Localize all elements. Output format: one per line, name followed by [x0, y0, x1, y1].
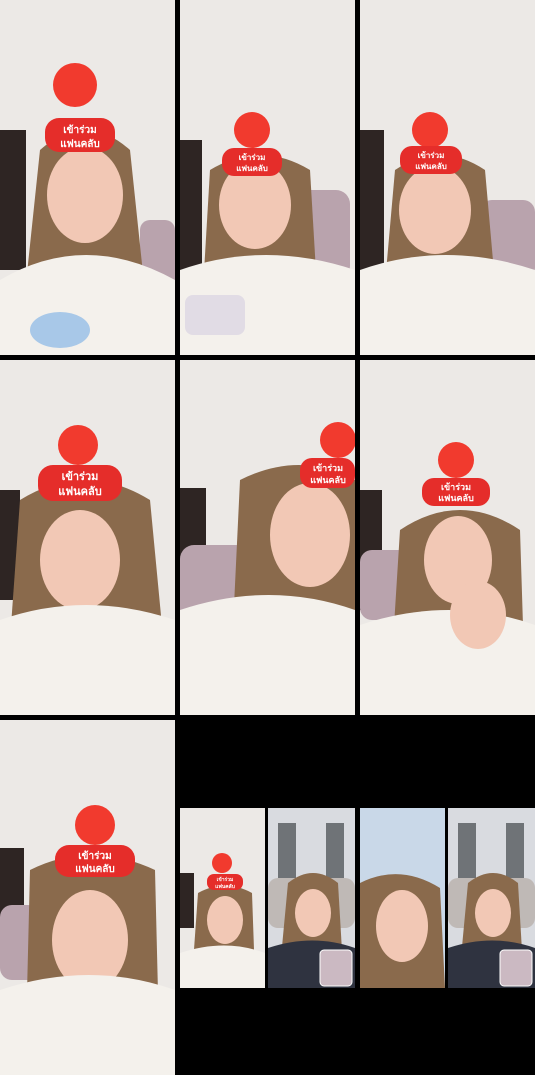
badge-line2: แฟนคลับ	[60, 138, 100, 150]
badge-line1: เข้าร่วม	[217, 876, 234, 883]
photo-tile-7: เข้าร่วม แฟนคลับ	[0, 720, 175, 1075]
photo-tile-1: เข้าร่วม แฟนคลับ	[0, 0, 175, 355]
photo-tile-6: เข้าร่วม แฟนคลับ	[360, 360, 535, 715]
photo-tile-2: เข้าร่วม แฟนคลับ	[180, 0, 355, 355]
badge-line1: เข้าร่วม	[441, 482, 471, 493]
photo-tile-8: เข้าร่วม แฟนคลับ	[180, 808, 265, 988]
badge-line2: แฟนคลับ	[58, 485, 101, 498]
badge-line1: เข้าร่วม	[78, 850, 111, 862]
badge-line2: แฟนคลับ	[415, 162, 447, 171]
badge-line1: เข้าร่วม	[313, 463, 343, 474]
badge-line1: เข้าร่วม	[63, 124, 96, 136]
badge-line2: แฟนคลับ	[236, 164, 268, 173]
badge-line1: เข้าร่วม	[418, 150, 445, 160]
photo-tile-4: เข้าร่วม แฟนคลับ	[0, 360, 175, 715]
photo-tile-9	[268, 808, 355, 988]
badge-line1: เข้าร่วม	[62, 470, 99, 483]
photo-tile-11	[448, 808, 535, 988]
photo-tile-5: เข้าร่วม แฟนคลับ	[180, 360, 355, 715]
badge-line2: แฟนคลับ	[75, 863, 115, 875]
badge-line2: แฟนคลับ	[215, 883, 235, 890]
blank-area-bottom	[180, 988, 535, 1075]
image-collage: เข้าร่วม แฟนคลับ เข้าร่วม แฟนคลับ เข้าร่…	[0, 0, 535, 1075]
badge-line2: แฟนคลับ	[438, 493, 474, 504]
photo-tile-10	[360, 808, 445, 988]
badge-line2: แฟนคลับ	[310, 475, 346, 486]
badge-line1: เข้าร่วม	[239, 152, 266, 162]
photo-tile-3: เข้าร่วม แฟนคลับ	[360, 0, 535, 355]
blank-area	[180, 720, 535, 808]
